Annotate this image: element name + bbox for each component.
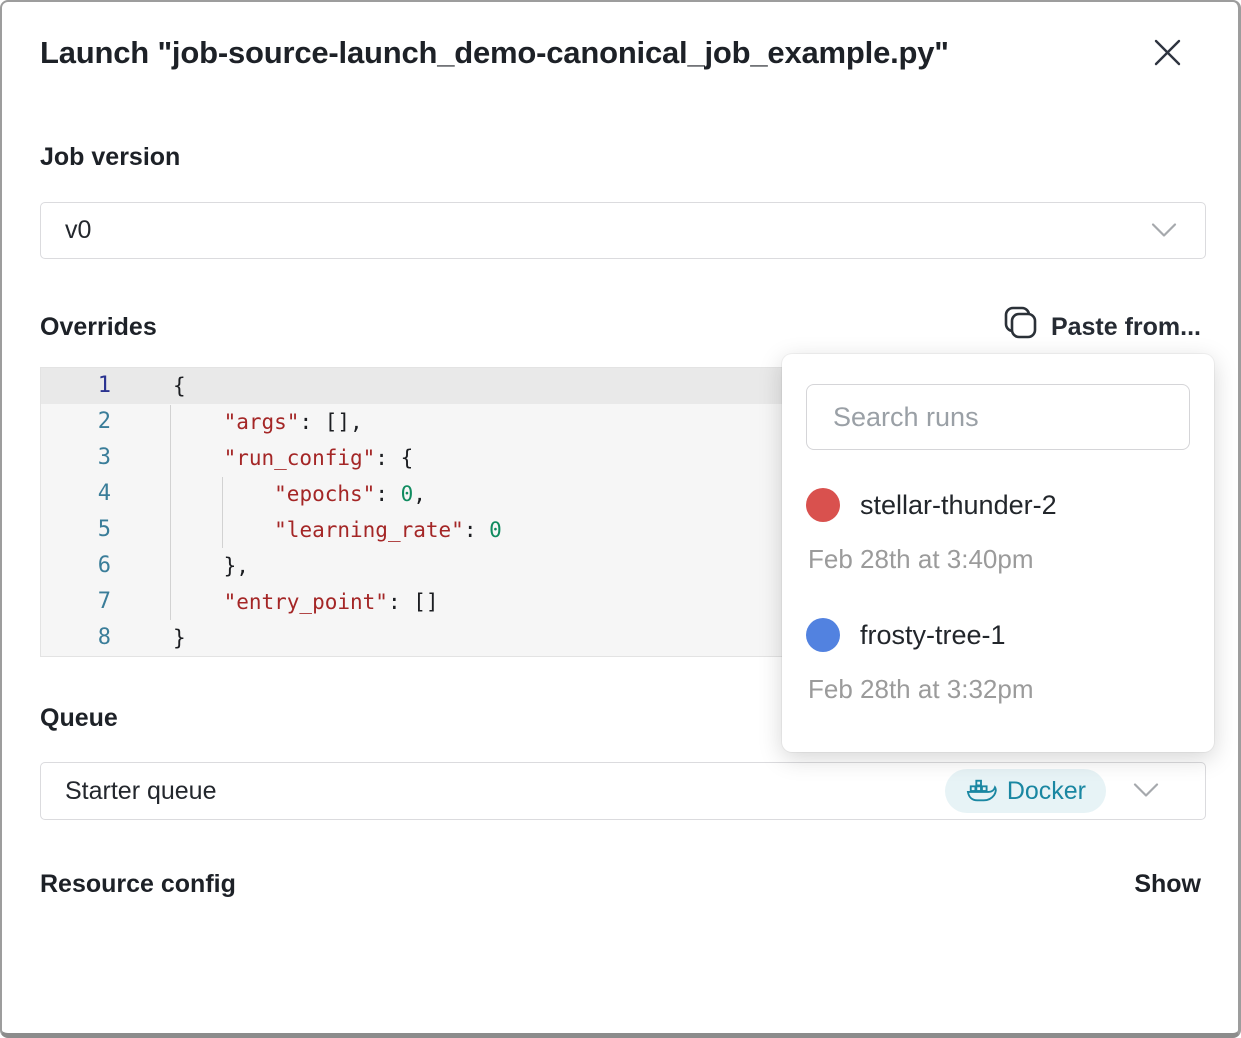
overrides-label: Overrides — [40, 313, 157, 342]
modal-header: Launch "job-source-launch_demo-canonical… — [40, 35, 1182, 71]
search-runs-input[interactable] — [806, 384, 1190, 450]
line-number: 8 — [41, 620, 111, 656]
code-text: "entry_point": [] — [111, 584, 439, 620]
indent-guide — [170, 405, 171, 620]
line-number: 2 — [41, 404, 111, 440]
queue-select[interactable]: Starter queue Docker — [40, 762, 1206, 820]
run-name: stellar-thunder-2 — [860, 490, 1057, 521]
job-version-value: v0 — [65, 216, 91, 245]
run-list: stellar-thunder-2 Feb 28th at 3:40pm frost… — [806, 488, 1190, 704]
copy-icon — [999, 304, 1039, 351]
modal-title: Launch "job-source-launch_demo-canonical… — [40, 35, 949, 71]
code-text: "run_config": { — [111, 440, 413, 476]
code-text: "epochs": 0, — [111, 476, 426, 512]
line-number: 6 — [41, 548, 111, 584]
docker-badge-label: Docker — [1007, 777, 1086, 806]
paste-from-label: Paste from... — [1051, 313, 1201, 342]
run-color-dot — [806, 488, 840, 522]
line-number: 5 — [41, 512, 111, 548]
job-version-select[interactable]: v0 — [40, 202, 1206, 259]
run-name: frosty-tree-1 — [860, 620, 1006, 651]
chevron-down-icon — [1133, 777, 1159, 806]
job-version-label: Job version — [40, 143, 180, 172]
close-icon — [1153, 55, 1182, 70]
code-text: "args": [], — [111, 404, 363, 440]
line-number: 1 — [41, 368, 111, 404]
run-date: Feb 28th at 3:40pm — [808, 544, 1190, 574]
paste-from-popup: stellar-thunder-2 Feb 28th at 3:40pm frost… — [782, 354, 1214, 752]
line-number: 3 — [41, 440, 111, 476]
run-item[interactable]: stellar-thunder-2 Feb 28th at 3:40pm — [806, 488, 1190, 574]
line-number: 7 — [41, 584, 111, 620]
line-number: 4 — [41, 476, 111, 512]
code-text: { — [111, 368, 186, 404]
indent-guide — [222, 477, 223, 548]
queue-label: Queue — [40, 704, 118, 733]
close-button[interactable] — [1153, 38, 1182, 67]
resource-config-label: Resource config — [40, 870, 236, 899]
run-color-dot — [806, 618, 840, 652]
overrides-header-row: Overrides Paste from... — [40, 305, 1201, 349]
code-text: }, — [111, 548, 249, 584]
run-date: Feb 28th at 3:32pm — [808, 674, 1190, 704]
docker-whale-icon — [965, 777, 997, 805]
docker-badge: Docker — [945, 769, 1106, 813]
run-item[interactable]: frosty-tree-1 Feb 28th at 3:32pm — [806, 618, 1190, 704]
show-resource-config-button[interactable]: Show — [1134, 870, 1201, 899]
chevron-down-icon — [1151, 216, 1177, 245]
paste-from-button[interactable]: Paste from... — [999, 304, 1201, 351]
launch-modal: Launch "job-source-launch_demo-canonical… — [0, 0, 1241, 1038]
resource-config-row: Resource config Show — [40, 870, 1201, 899]
queue-value: Starter queue — [65, 777, 217, 806]
code-text: } — [111, 620, 186, 656]
